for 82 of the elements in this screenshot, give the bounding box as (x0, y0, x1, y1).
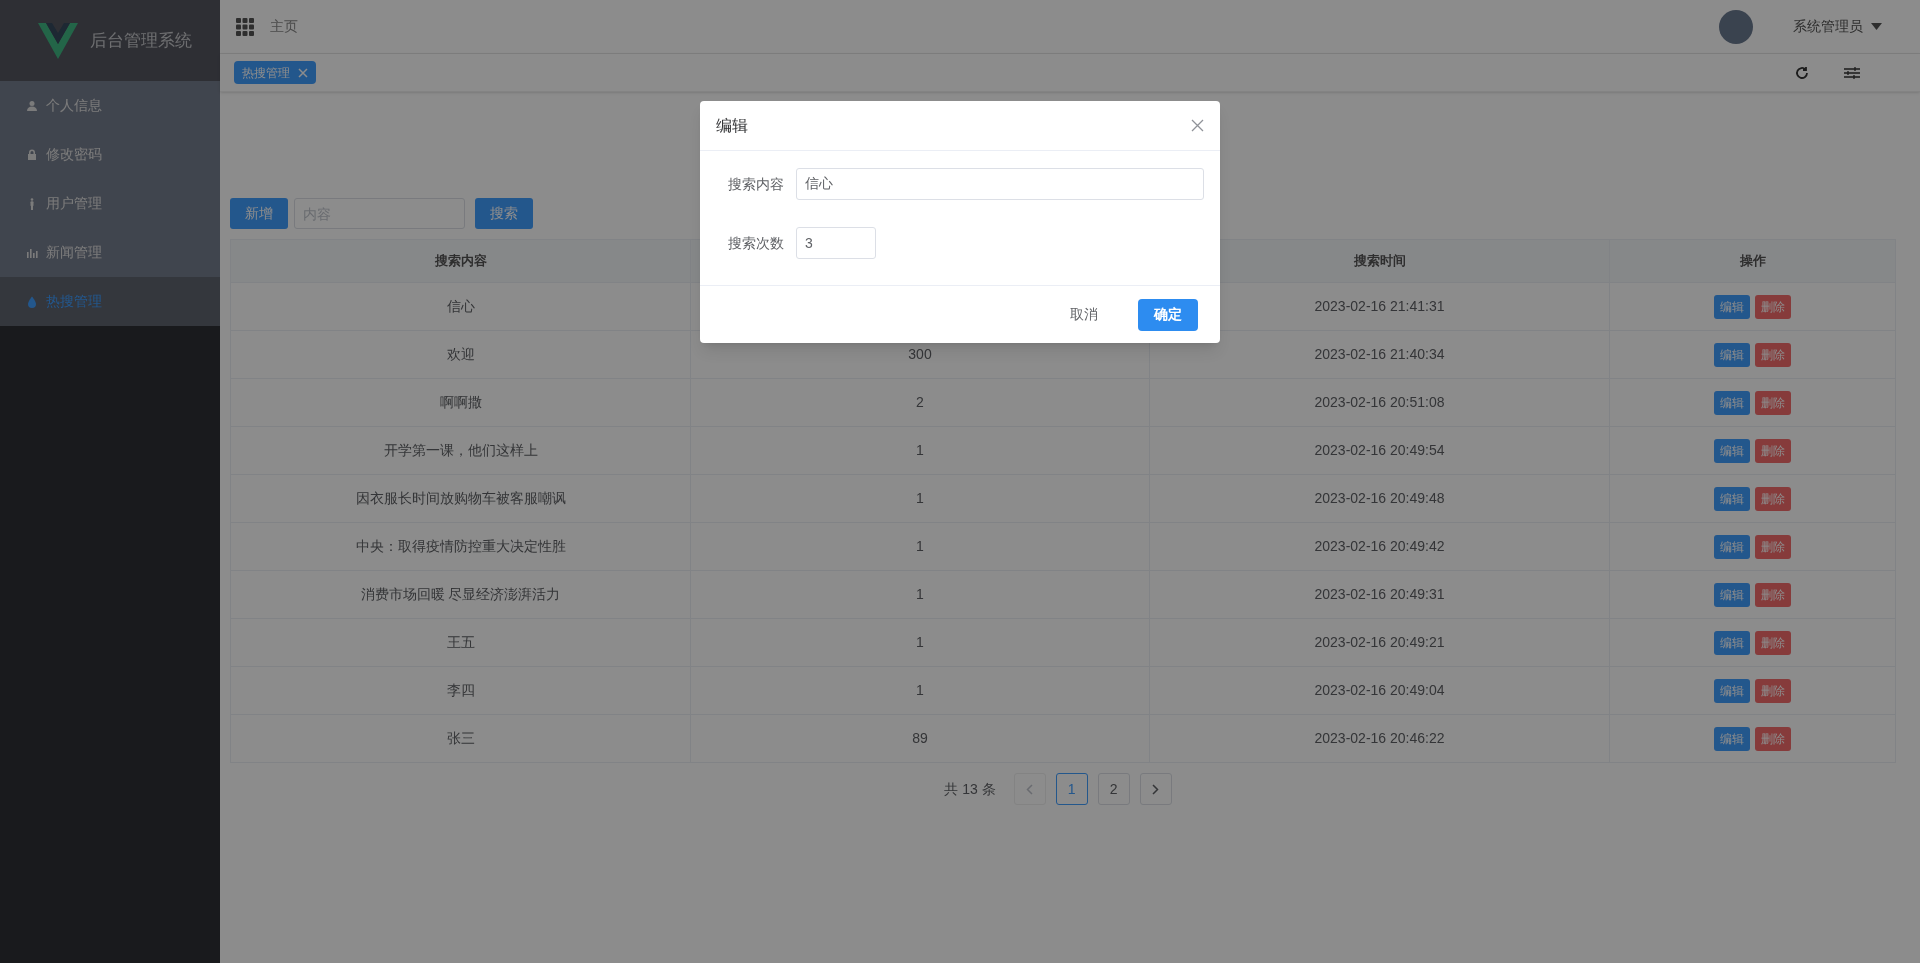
delete-button[interactable]: 删除 (1755, 630, 1791, 655)
table-cell: 王五 (231, 619, 691, 666)
text-field[interactable]: 3 (796, 227, 876, 259)
bar-chart-icon (26, 246, 38, 259)
edit-button[interactable]: 编辑 (1714, 390, 1750, 415)
table-cell-text: 1 (916, 633, 924, 652)
table-cell-text: 1 (916, 681, 924, 700)
lock-icon (26, 148, 38, 161)
total-count: 共 13 条 (944, 779, 996, 799)
person-icon (26, 99, 38, 112)
tag[interactable]: 热搜管理 (234, 61, 316, 84)
refresh-icon[interactable] (1795, 65, 1809, 80)
table-cell-text: 1 (916, 537, 924, 556)
delete-button[interactable]: 删除 (1755, 534, 1791, 559)
edit-button[interactable]: 编辑 (1714, 438, 1750, 463)
table-cell-text: 300 (908, 345, 932, 364)
table-cell: 2023-02-16 20:49:31 (1150, 571, 1610, 618)
dialog-title: 编辑 (716, 115, 748, 136)
table-cell: 啊啊撒 (231, 379, 691, 426)
table-cell-text: 1 (916, 585, 924, 604)
delete-button[interactable]: 删除 (1755, 438, 1791, 463)
search-button[interactable]: 搜索 (475, 198, 533, 229)
table-cell: 2023-02-16 20:49:48 (1150, 475, 1610, 522)
breadcrumb[interactable]: 主页 (270, 16, 298, 37)
close-icon[interactable] (1191, 119, 1204, 132)
delete-button[interactable]: 删除 (1755, 678, 1791, 703)
delete-button[interactable]: 删除 (1755, 390, 1791, 415)
column-header: 操作 (1738, 252, 1767, 271)
page-button[interactable]: 2 (1097, 773, 1130, 805)
edit-button[interactable]: 编辑 (1714, 486, 1750, 511)
caret-icon[interactable] (1871, 23, 1882, 30)
table-cell: 欢迎 (231, 331, 691, 378)
table-cell: 张三 (231, 715, 691, 762)
field-label: 搜索次数 (727, 233, 785, 253)
table-cell: 2023-02-16 20:51:08 (1150, 379, 1610, 426)
table-cell: 2023-02-16 20:49:42 (1150, 523, 1610, 570)
page-button[interactable]: 1 (1055, 773, 1088, 805)
add-button[interactable]: 新增 (230, 198, 288, 229)
cancel-button[interactable]: 取消 (1054, 298, 1114, 331)
delete-button[interactable]: 删除 (1755, 342, 1791, 367)
next-page-button[interactable] (1139, 773, 1172, 805)
user-name[interactable]: 系统管理员 (1793, 16, 1863, 37)
column-header: 搜索内容 (231, 240, 691, 282)
delete-button[interactable]: 删除 (1755, 582, 1791, 607)
table-cell: 2023-02-16 20:49:21 (1150, 619, 1610, 666)
table-cell: 中央：取得疫情防控重大决定性胜 (231, 523, 691, 570)
confirm-button[interactable]: 确定 (1138, 298, 1198, 331)
drop-icon (26, 295, 38, 308)
table-cell: 开学第一课，他们这样上 (231, 427, 691, 474)
menu-item[interactable]: 热搜管理 (0, 277, 220, 326)
table-cell: 因衣服长时间放购物车被客服嘲讽 (231, 475, 691, 522)
edit-button[interactable]: 编辑 (1714, 582, 1750, 607)
chevron-right-icon (1152, 783, 1160, 795)
text-field[interactable]: 信心 (796, 168, 1204, 200)
avatar[interactable] (1719, 9, 1753, 44)
edit-button[interactable]: 编辑 (1714, 294, 1750, 319)
grid-icon[interactable] (236, 17, 254, 36)
table-cell: 2023-02-16 20:49:04 (1150, 667, 1610, 714)
table-cell: 2023-02-16 20:49:54 (1150, 427, 1610, 474)
table-cell-text: 1 (916, 441, 924, 460)
edit-button[interactable]: 编辑 (1714, 630, 1750, 655)
delete-button[interactable]: 删除 (1755, 294, 1791, 319)
logo-text: 后台管理系统 (90, 29, 192, 52)
v-logo-icon (38, 22, 78, 59)
table-cell: 消费市场回暖 尽显经济澎湃活力 (231, 571, 691, 618)
edit-button[interactable]: 编辑 (1714, 678, 1750, 703)
table-cell: 李四 (231, 667, 691, 714)
sliders-icon[interactable] (1844, 65, 1860, 80)
edit-button[interactable]: 编辑 (1714, 534, 1750, 559)
chevron-left-icon (1026, 783, 1034, 795)
table-cell-text: 89 (912, 729, 928, 748)
table-cell-text: 2 (916, 393, 924, 412)
delete-button[interactable]: 删除 (1755, 726, 1791, 751)
edit-button[interactable]: 编辑 (1714, 726, 1750, 751)
delete-button[interactable]: 删除 (1755, 486, 1791, 511)
edit-button[interactable]: 编辑 (1714, 342, 1750, 367)
menu-item[interactable]: 修改密码 (0, 130, 220, 179)
table-cell: 2023-02-16 20:46:22 (1150, 715, 1610, 762)
field-label: 搜索内容 (727, 174, 785, 194)
menu-item[interactable]: 个人信息 (0, 81, 220, 130)
table-cell-text: 1 (916, 489, 924, 508)
table-cell: 信心 (231, 283, 691, 330)
